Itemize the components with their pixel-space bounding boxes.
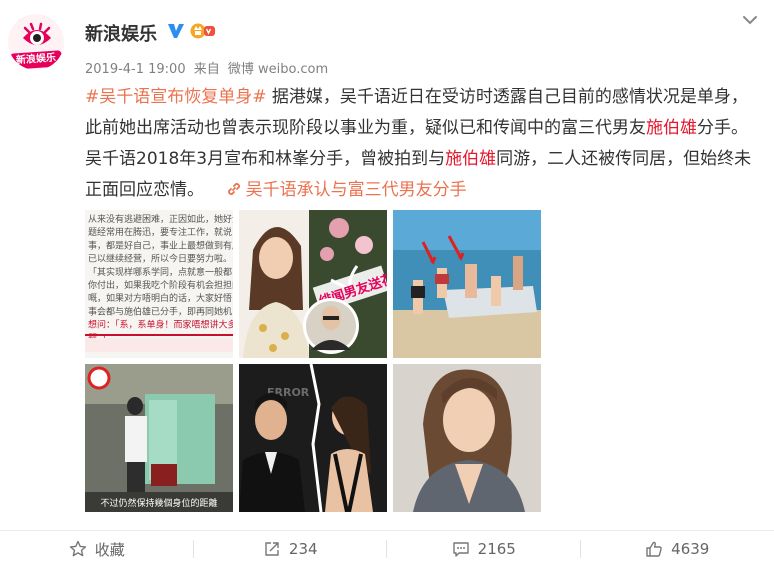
- like-icon: [646, 541, 662, 557]
- repost-count: 234: [288, 540, 318, 558]
- repost-icon: [265, 542, 279, 556]
- hashtag-link[interactable]: #吴千语宣布恢复单身#: [85, 87, 267, 107]
- post-meta: 2019-4-1 19:00 来自 微博 weibo.com: [85, 58, 332, 77]
- sina-eye-logo: [23, 22, 51, 45]
- image-thumb-4[interactable]: 不过仍然保持幾個身位的距離: [85, 364, 233, 512]
- name-link-1[interactable]: 施伯雄: [646, 118, 697, 138]
- scan-text-line: 你付出，如果我吃个阶段有机会担担的: [88, 279, 233, 291]
- link-icon: [227, 183, 240, 195]
- portrait-collage-image: 绯闻男友送花: [239, 210, 387, 358]
- like-count: 4639: [671, 540, 710, 558]
- scan-text-line: 嘅，如果对方唔明白的话，大家好悟: [88, 292, 232, 304]
- comment-icon: [452, 542, 469, 557]
- scan-text-line: 事，都是好自己，事业上最想做到有属于自: [88, 239, 233, 251]
- scan-text-line: 「其实现样哪系学同，点就意一般都: [88, 266, 232, 278]
- from-label: 来自: [193, 62, 220, 77]
- weibo-post-card: 新浪娱乐 新浪娱乐 2019-4-1 19:00 来自 微博 weibo.com…: [0, 0, 774, 567]
- blazer-portrait-image: [393, 364, 541, 512]
- avatar-brand-text: 新浪娱乐: [9, 50, 63, 70]
- scan-text-line: 事会都与施伯雄已分手，即再同她机: [88, 305, 232, 317]
- verified-icon: [168, 24, 184, 38]
- chevron-down-icon[interactable]: [742, 14, 758, 26]
- article-scan-image: 从来没有逃避困难，正因如此，她好清题经常用在腾迅，要专注工作，就说！事，都是好自…: [85, 210, 233, 358]
- scan-text-line: 已以继续经营，所以今日要努力啦。: [88, 253, 232, 265]
- comment-button[interactable]: 2165: [387, 531, 581, 567]
- post-time[interactable]: 2019-4-1 19:00: [85, 62, 186, 77]
- like-button[interactable]: 4639: [581, 531, 774, 567]
- star-icon: [69, 540, 86, 557]
- scan-text-line: 想问：「系，系单身！而家唔想讲大多: [88, 319, 233, 331]
- vip-icon[interactable]: [190, 22, 216, 40]
- article-link[interactable]: 吴千语承认与富三代男友分手: [226, 180, 467, 200]
- video-frame-image: 不过仍然保持幾個身位的距離: [85, 364, 233, 512]
- author-name[interactable]: 新浪娱乐: [85, 20, 157, 46]
- post-text: #吴千语宣布恢复单身# 据港媒，吴千语近日在受访时透露自己目前的感情状况是单身，…: [85, 82, 760, 206]
- video-subtitle: 不过仍然保持幾個身位的距離: [100, 497, 217, 509]
- action-bar: 收藏 234 2165 4639: [0, 531, 774, 567]
- image-thumb-3[interactable]: [393, 210, 541, 358]
- scan-text-line: 从来没有逃避困难，正因如此，她好清: [88, 213, 233, 225]
- image-thumb-2[interactable]: 绯闻男友送花: [239, 210, 387, 358]
- favorite-button[interactable]: 收藏: [0, 531, 194, 567]
- name-link-2[interactable]: 施伯雄: [445, 149, 496, 169]
- image-grid: 从来没有逃避困难，正因如此，她好清 题经常用在腾迅，要专注工作，就说！ 事，都是好自…: [85, 210, 541, 516]
- avatar[interactable]: 新浪娱乐: [8, 14, 64, 70]
- image-thumb-6[interactable]: [393, 364, 541, 512]
- beach-photo-image: [393, 210, 541, 358]
- article-link-text: 吴千语承认与富三代男友分手: [245, 180, 467, 200]
- scan-text-line: 题经常用在腾迅，要专注工作，就说！: [88, 226, 233, 238]
- event-photo-image: ERROR: [239, 364, 387, 512]
- post-source[interactable]: 微博 weibo.com: [228, 62, 328, 77]
- favorite-label: 收藏: [94, 540, 125, 559]
- image-thumb-5[interactable]: ERROR: [239, 364, 387, 512]
- image-thumb-1[interactable]: 从来没有逃避困难，正因如此，她好清 题经常用在腾迅，要专注工作，就说！ 事，都是好自…: [85, 210, 233, 358]
- comment-count: 2165: [477, 540, 516, 558]
- repost-button[interactable]: 234: [194, 531, 387, 567]
